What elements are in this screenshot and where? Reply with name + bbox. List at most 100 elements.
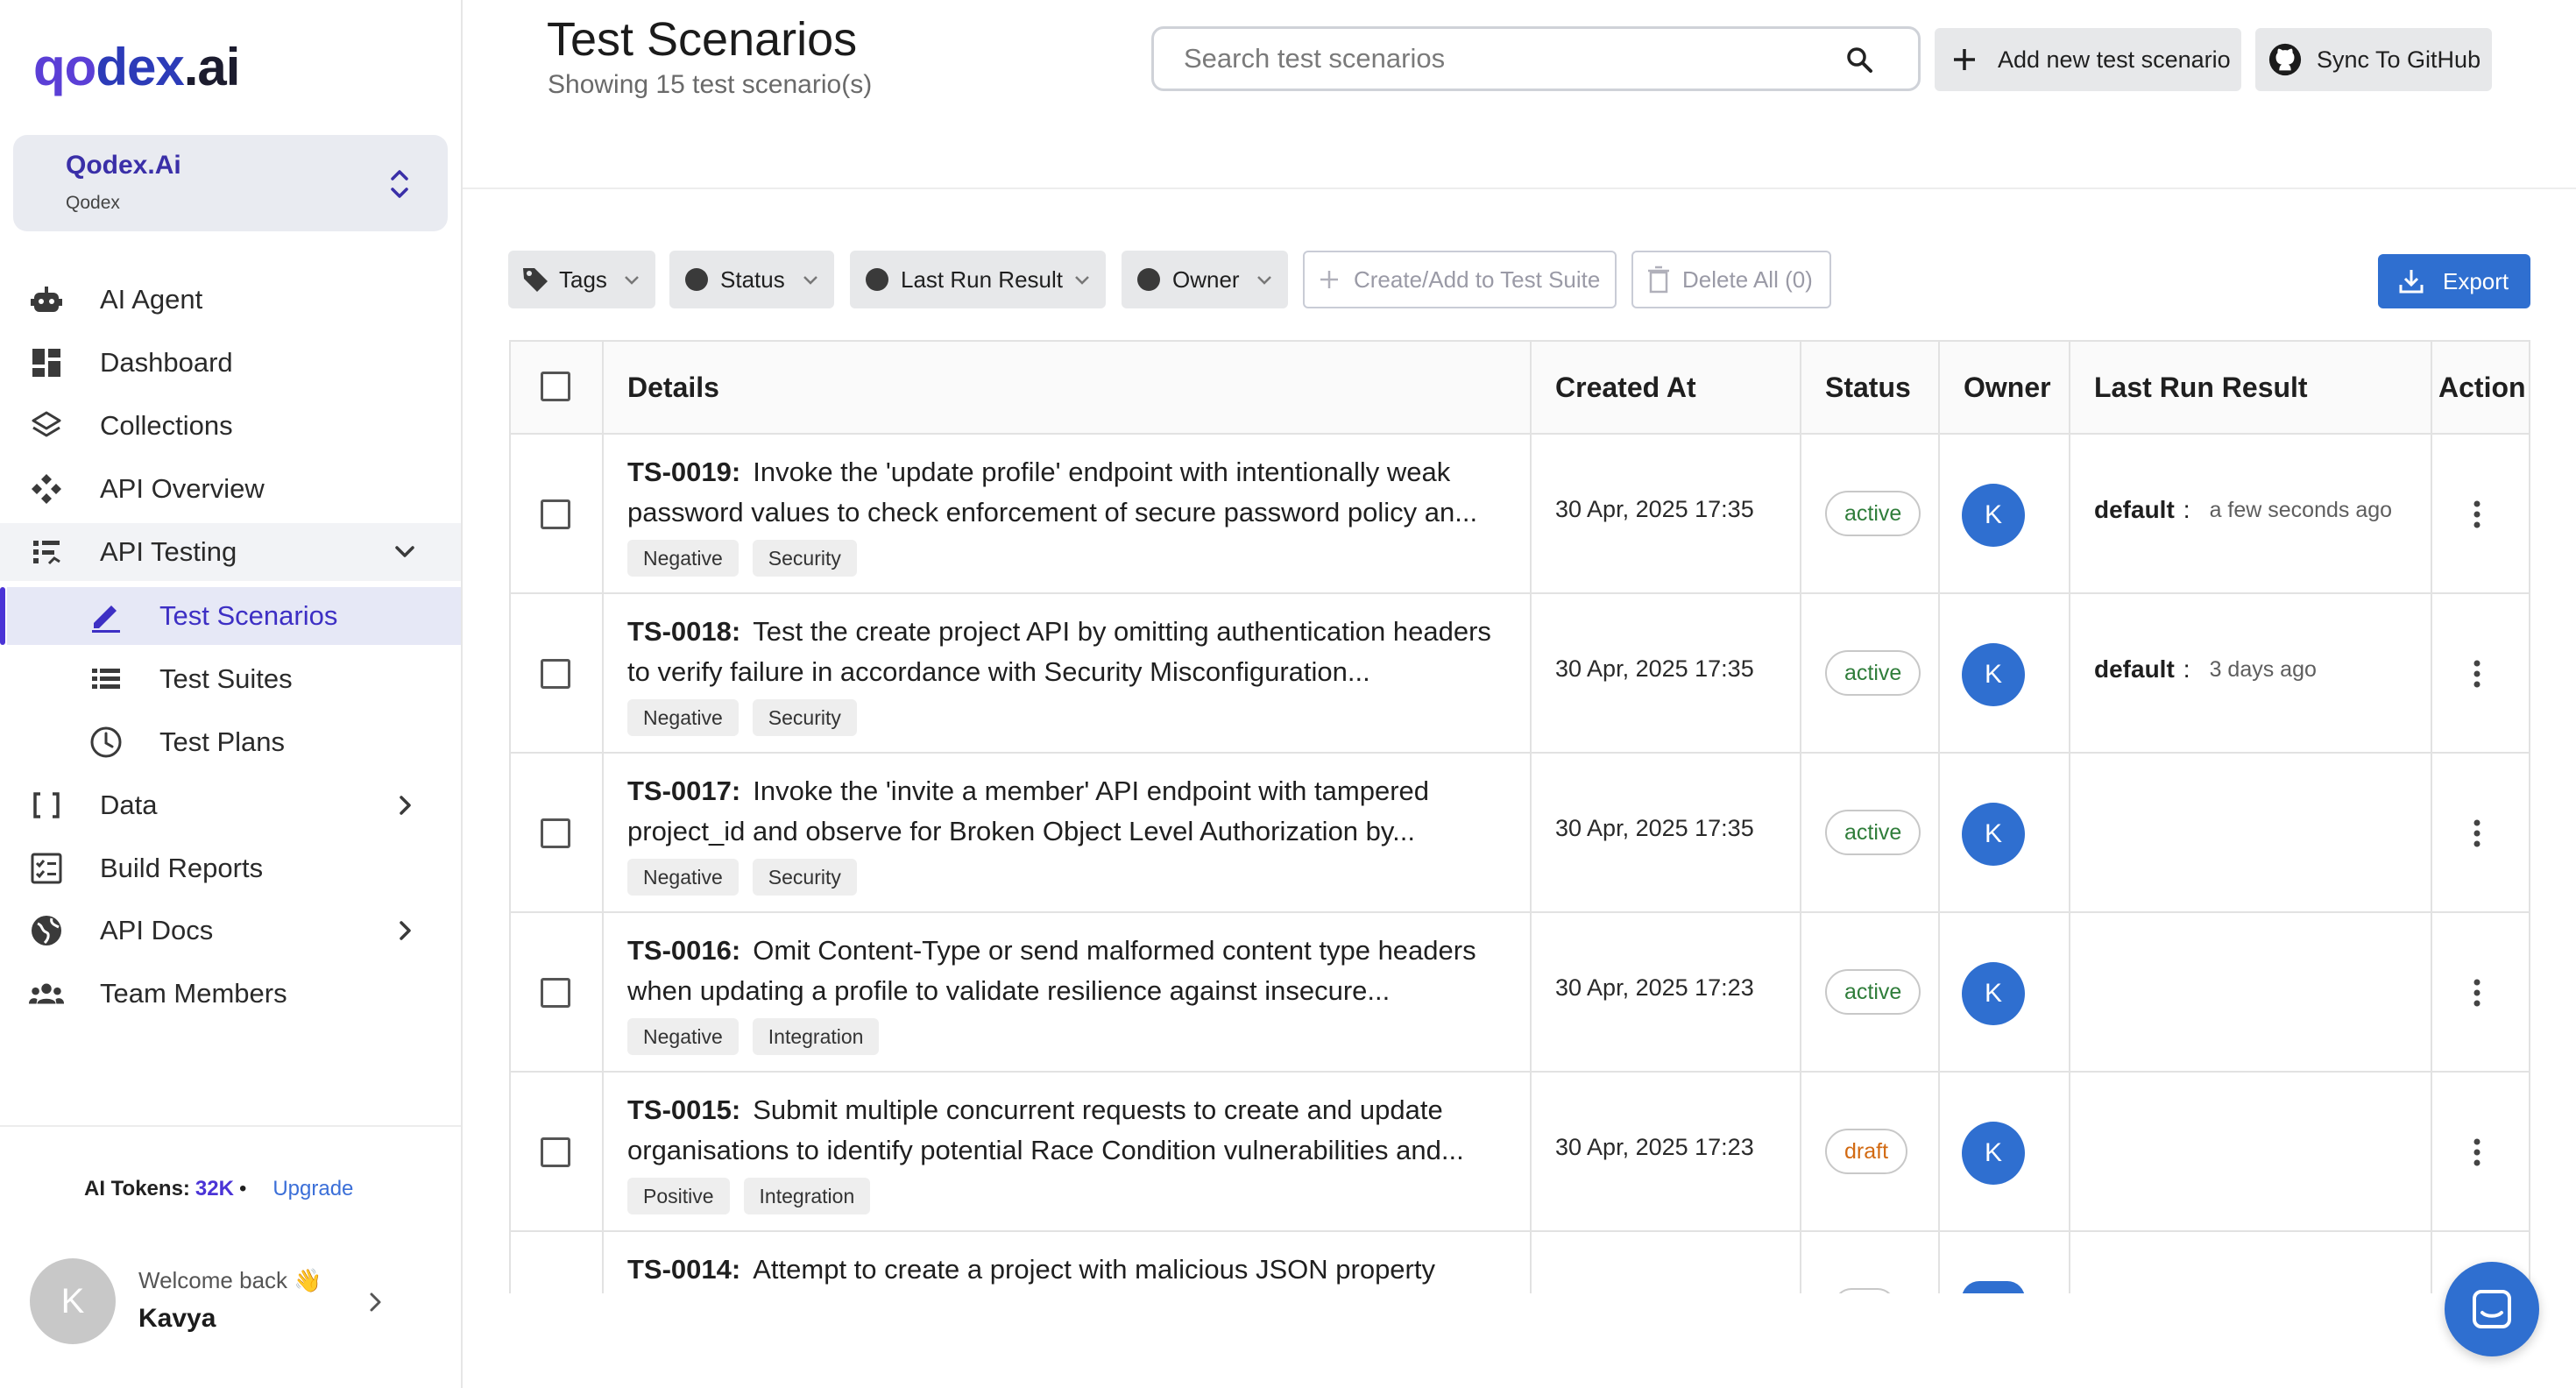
status-dot-icon xyxy=(1137,268,1160,291)
edit-icon xyxy=(88,598,124,634)
sidebar-item-api-testing[interactable]: API Testing xyxy=(0,523,461,581)
qodex-logo[interactable]: qo dex .ai xyxy=(33,39,240,96)
row-checkbox[interactable] xyxy=(541,499,570,529)
scenario-details[interactable]: TS-0019: Invoke the 'update profile' endp… xyxy=(627,452,1512,533)
scenario-details[interactable]: TS-0017: Invoke the 'invite a member' API… xyxy=(627,771,1512,852)
chevron-down-icon xyxy=(1257,276,1271,285)
sidebar-item-data[interactable]: Data xyxy=(0,776,461,834)
owner-avatar: K xyxy=(1962,803,2025,866)
tag-chip: Negative xyxy=(627,859,739,896)
sidebar-item-api-overview[interactable]: API Overview xyxy=(0,460,461,518)
scenario-details[interactable]: TS-0018: Test the create project API by o… xyxy=(627,612,1512,692)
scenario-id: TS-0014: xyxy=(627,1254,741,1285)
scenario-id: TS-0015: xyxy=(627,1094,741,1125)
row-checkbox[interactable] xyxy=(541,818,570,848)
run-time: a few seconds ago xyxy=(2209,497,2393,522)
export-button[interactable]: Export xyxy=(2378,254,2530,308)
header-divider xyxy=(463,188,2576,189)
create-test-suite-button[interactable]: Create/Add to Test Suite xyxy=(1303,251,1617,308)
robot-icon xyxy=(28,281,65,318)
more-vertical-icon[interactable] xyxy=(2472,976,2482,1009)
table-row[interactable]: TS-0014: Attempt to create a project with… xyxy=(511,1232,2529,1293)
user-profile[interactable]: K Welcome back 👋 Kavya xyxy=(30,1258,433,1346)
sidebar-item-test-scenarios[interactable]: Test Scenarios xyxy=(0,587,461,645)
sync-github-label: Sync To GitHub xyxy=(2317,46,2481,73)
sidebar-item-ai-agent[interactable]: AI Agent xyxy=(0,271,461,329)
search-input[interactable] xyxy=(1184,38,1832,80)
sidebar-item-test-plans[interactable]: Test Plans xyxy=(0,713,461,771)
status-badge: draft xyxy=(1825,1129,1908,1174)
list-icon xyxy=(88,661,124,698)
add-test-scenario-label: Add new test scenario xyxy=(1998,46,2231,73)
sidebar-item-dashboard[interactable]: Dashboard xyxy=(0,334,461,392)
upgrade-link[interactable]: Upgrade xyxy=(272,1177,353,1201)
search-box[interactable] xyxy=(1151,26,1921,91)
table-row[interactable]: TS-0016: Omit Content-Type or send malfor… xyxy=(511,913,2529,1073)
table-row[interactable]: TS-0015: Submit multiple concurrent reque… xyxy=(511,1073,2529,1232)
tag-chip: Security xyxy=(752,540,857,577)
avatar: K xyxy=(30,1258,116,1344)
select-all-checkbox[interactable] xyxy=(541,372,570,401)
welcome-text: Welcome back 👋 xyxy=(138,1267,322,1293)
column-divider xyxy=(1530,342,1532,1293)
delete-all-label: Delete All (0) xyxy=(1682,266,1813,293)
run-separator: : xyxy=(2183,655,2190,683)
page-subtitle: Showing 15 test scenario(s) xyxy=(548,70,873,99)
sidebar-item-api-docs[interactable]: API Docs xyxy=(0,902,461,960)
add-test-scenario-button[interactable]: Add new test scenario xyxy=(1935,28,2241,91)
created-at: 30 Apr, 2025 17:23 xyxy=(1555,974,1754,1001)
tag-chip: Integration xyxy=(743,1178,871,1214)
sidebar-item-test-suites[interactable]: Test Suites xyxy=(0,650,461,708)
tag-chip: Positive xyxy=(627,1178,730,1214)
scenario-details[interactable]: TS-0014: Attempt to create a project with… xyxy=(627,1250,1512,1290)
tag-list: Negative Security xyxy=(627,540,857,577)
scenario-details[interactable]: TS-0015: Submit multiple concurrent reque… xyxy=(627,1090,1512,1171)
scenario-details[interactable]: TS-0016: Omit Content-Type or send malfor… xyxy=(627,931,1512,1011)
row-checkbox[interactable] xyxy=(541,659,570,689)
tag-chip: Integration xyxy=(752,1018,880,1055)
column-header-details: Details xyxy=(627,371,719,403)
search-icon[interactable] xyxy=(1844,45,1874,74)
chevron-down-icon xyxy=(625,276,639,285)
status-filter-label: Status xyxy=(720,266,785,293)
ai-tokens-bullet: • xyxy=(238,1177,247,1200)
tags-filter[interactable]: Tags xyxy=(508,251,655,308)
created-at: 30 Apr, 2025 17:35 xyxy=(1555,655,1754,682)
table-header: Details Created At Status Owner Last Run… xyxy=(511,342,2529,435)
scenario-id: TS-0016: xyxy=(627,935,741,966)
table-row[interactable]: TS-0018: Test the create project API by o… xyxy=(511,594,2529,754)
owner-filter[interactable]: Owner xyxy=(1122,251,1288,308)
table-row[interactable]: TS-0017: Invoke the 'invite a member' API… xyxy=(511,754,2529,913)
sync-github-button[interactable]: Sync To GitHub xyxy=(2255,28,2492,91)
row-checkbox[interactable] xyxy=(541,1137,570,1167)
sidebar-item-build-reports[interactable]: Build Reports xyxy=(0,839,461,897)
sidebar-item-collections[interactable]: Collections xyxy=(0,397,461,455)
tag-chip: Negative xyxy=(627,1018,739,1055)
scenario-id: TS-0019: xyxy=(627,457,741,487)
sidebar-item-team-members[interactable]: Team Members xyxy=(0,965,461,1023)
more-vertical-icon[interactable] xyxy=(2472,498,2482,531)
download-icon xyxy=(2399,270,2424,294)
run-time: 3 days ago xyxy=(2209,656,2317,682)
chevron-right-icon xyxy=(400,921,411,940)
status-dot-icon xyxy=(685,268,708,291)
sidebar-item-label: Dashboard xyxy=(100,347,233,378)
chat-support-button[interactable] xyxy=(2445,1262,2539,1356)
scenario-text: Invoke the 'invite a member' API endpoin… xyxy=(627,775,1429,846)
owner-avatar: K xyxy=(1962,643,2025,706)
more-vertical-icon[interactable] xyxy=(2472,817,2482,850)
brackets-icon xyxy=(28,787,65,824)
delete-all-button[interactable]: Delete All (0) xyxy=(1631,251,1831,308)
row-checkbox[interactable] xyxy=(541,978,570,1008)
org-name: Qodex.Ai xyxy=(66,151,181,180)
status-filter[interactable]: Status xyxy=(669,251,834,308)
last-run-result: default: a few seconds ago xyxy=(2094,496,2392,524)
sidebar-item-label: Test Plans xyxy=(159,726,286,757)
more-vertical-icon[interactable] xyxy=(2472,657,2482,690)
more-vertical-icon[interactable] xyxy=(2472,1136,2482,1169)
last-run-result-filter[interactable]: Last Run Result xyxy=(850,251,1106,308)
hub-icon xyxy=(28,471,65,507)
chevron-down-icon xyxy=(395,546,414,557)
table-row[interactable]: TS-0019: Invoke the 'update profile' endp… xyxy=(511,435,2529,594)
org-switcher[interactable]: Qodex.Ai Qodex xyxy=(13,135,448,231)
